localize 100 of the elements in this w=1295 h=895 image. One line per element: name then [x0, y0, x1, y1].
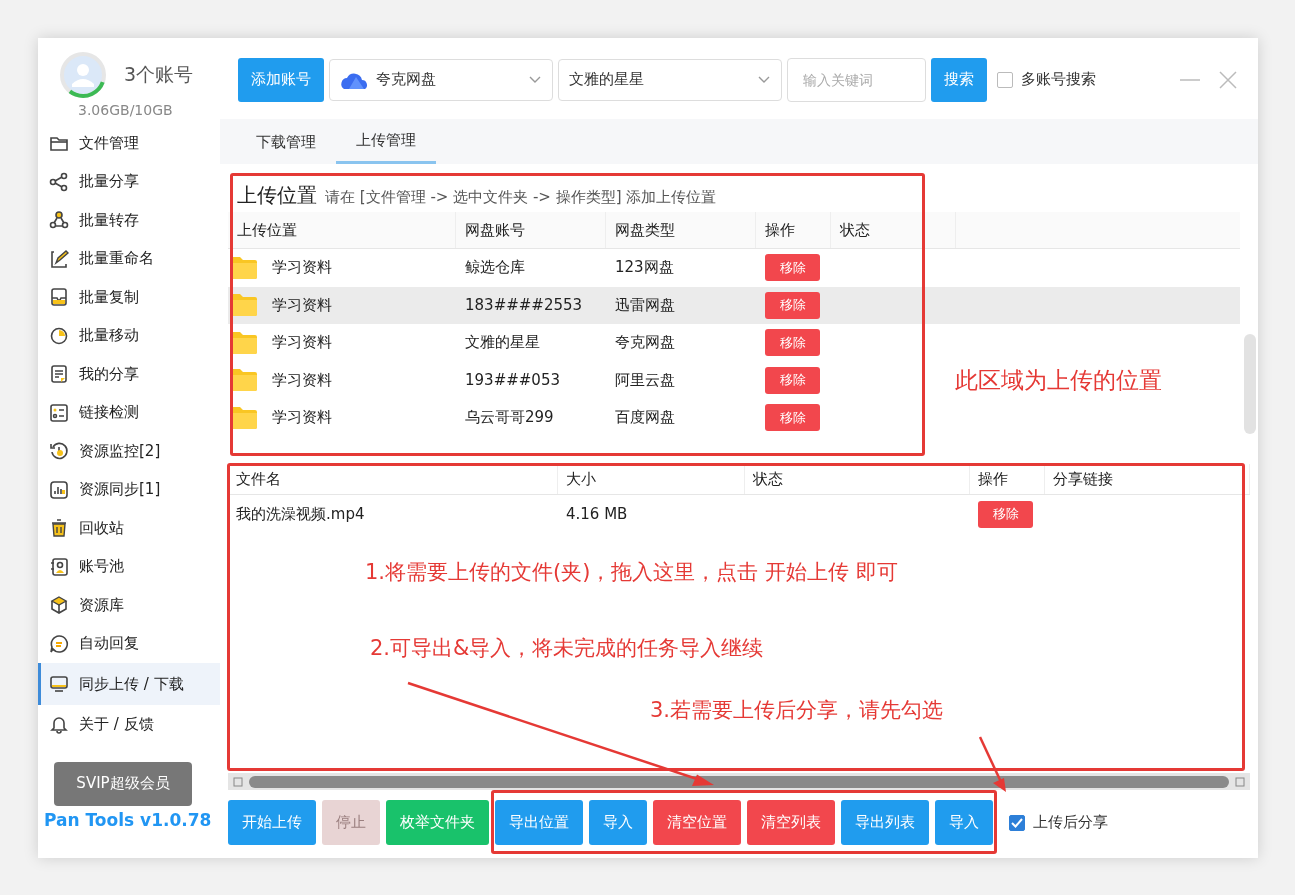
table-cell-text: 183####2553: [464, 296, 584, 315]
nodes-icon: [49, 210, 69, 231]
sidebar-item[interactable]: 账号池: [38, 547, 220, 586]
table-cell: 学习资料: [272, 408, 332, 428]
folder-icon: [230, 405, 258, 430]
annotation-text: 2.可导出&导入，将未完成的任务导入继续: [370, 635, 764, 662]
table-cell: 学习资料: [272, 295, 332, 315]
table-cell-text: 乌云哥哥299: [464, 408, 555, 428]
chat-icon: [49, 633, 69, 654]
table-cell-text: 夸克网盘: [614, 333, 676, 353]
table-cell-text: 193###053: [464, 371, 561, 390]
scroll-left-icon: [233, 776, 243, 787]
close-icon: [1218, 69, 1238, 90]
remove-button[interactable]: 移除: [765, 366, 820, 394]
scrollbar-thumb[interactable]: [249, 775, 1229, 788]
sidebar-item[interactable]: 批量复制: [38, 278, 220, 317]
column-header: 网盘账号: [456, 212, 606, 248]
checkbox-label: 上传后分享: [1033, 813, 1108, 832]
sidebar-item[interactable]: 文件管理: [38, 124, 220, 163]
account-select[interactable]: 文雅的星星: [558, 58, 782, 101]
annotation-text: 3.若需要上传后分享，请先勾选: [650, 697, 944, 724]
table-cell-text: 123网盘: [614, 258, 675, 278]
remove-button[interactable]: 移除: [765, 254, 820, 282]
avatar: [58, 50, 108, 100]
sidebar-item[interactable]: 同步上传 / 下载: [38, 663, 220, 705]
remove-button[interactable]: 移除: [765, 329, 820, 357]
table-cell: 学习资料: [272, 370, 332, 390]
check-icon: [1011, 817, 1023, 828]
column-header: 操作: [970, 464, 1045, 494]
table-cell-text: 我的洗澡视频.mp4: [235, 504, 366, 524]
folder-icon: [230, 293, 258, 318]
share-icon: [49, 171, 69, 192]
version-label: Pan Tools v1.0.78: [43, 809, 213, 830]
checkbox[interactable]: [997, 71, 1013, 88]
remove-button[interactable]: 移除: [978, 500, 1033, 528]
document-icon: [49, 364, 69, 385]
table-cell: 学习资料: [272, 333, 332, 353]
column-header: 状态: [831, 212, 956, 248]
sidebar-item[interactable]: 我的分享: [38, 355, 220, 394]
column-header: 文件名: [228, 464, 558, 494]
bell-icon: [49, 714, 69, 735]
sidebar-item[interactable]: 自动回复: [38, 624, 220, 663]
sidebar-item[interactable]: 批量重命名: [38, 239, 220, 278]
checkbox-label: 多账号搜索: [1021, 70, 1096, 89]
table-row[interactable]: 学习资料 193###053 阿里云盘 移除: [228, 361, 956, 399]
table-cell-text: 文雅的星星: [464, 333, 541, 353]
sidebar-item[interactable]: 批量转存: [38, 201, 220, 240]
contact-icon: [49, 556, 69, 577]
scrollbar-thumb[interactable]: [1244, 334, 1256, 434]
scrollbar[interactable]: [228, 773, 1250, 790]
monitor-icon: [49, 674, 69, 694]
minimize-icon: [1180, 78, 1200, 81]
action-button[interactable]: 清空列表: [747, 800, 835, 845]
column-header: 上传位置: [228, 212, 456, 248]
folder-icon: [230, 368, 258, 393]
sidebar-item[interactable]: 批量分享: [38, 162, 220, 201]
vip-button[interactable]: SVIP超级会员: [54, 761, 192, 806]
remove-button[interactable]: 移除: [765, 404, 820, 432]
chevron-down-icon: [528, 74, 542, 85]
annotation-text: 1.将需要上传的文件(夹)，拖入这里，点击 开始上传 即可: [365, 559, 898, 586]
table-cell-text: 百度网盘: [614, 408, 676, 428]
table-row[interactable]: 学习资料 鲸选仓库 123网盘 移除: [228, 249, 956, 287]
table-row[interactable]: 学习资料 文雅的星星 夸克网盘 移除: [228, 324, 956, 362]
section-title: 上传位置: [237, 182, 317, 209]
sidebar-item[interactable]: 关于 / 反馈: [38, 705, 220, 744]
clock-icon: [49, 441, 69, 462]
tab[interactable]: 上传管理: [336, 119, 436, 164]
column-header: 状态: [745, 464, 970, 494]
sidebar-item[interactable]: 资源同步[1]: [38, 470, 220, 509]
account-count: 3个账号: [124, 62, 194, 87]
arrow: [978, 736, 1006, 792]
sidebar-item[interactable]: 资源库: [38, 586, 220, 625]
chevron-down-icon: [757, 74, 771, 85]
scroll-right-icon: [1235, 776, 1245, 787]
column-header: 分享链接: [1045, 464, 1250, 494]
column-header: 操作: [756, 212, 831, 248]
table-cell: 学习资料: [272, 258, 332, 278]
tab[interactable]: 下载管理: [236, 124, 336, 164]
checkbox[interactable]: [1009, 814, 1025, 831]
table-cell-text: 4.16 MB: [565, 505, 629, 523]
chart-icon: [49, 479, 69, 500]
table-cell-text: 阿里云盘: [614, 370, 676, 390]
action-button[interactable]: 清空位置: [653, 800, 741, 845]
annotation-text: 此区域为上传的位置: [955, 366, 1162, 395]
pie-icon: [49, 325, 69, 346]
table-row[interactable]: 学习资料 乌云哥哥299 百度网盘 移除: [228, 399, 956, 437]
column-header: 大小: [558, 464, 745, 494]
remove-button[interactable]: 移除: [765, 291, 820, 319]
sidebar-item[interactable]: 链接检测: [38, 393, 220, 432]
hint-text: 请在 [文件管理 -> 选中文件夹 -> 操作类型] 添加上传位置: [325, 188, 717, 207]
trash-icon: [49, 518, 69, 539]
edit-icon: [49, 248, 69, 269]
search-field[interactable]: 输入关键词: [787, 57, 926, 102]
storage-usage: 3.06GB/10GB: [77, 102, 174, 118]
inbox-icon: [49, 287, 69, 308]
sidebar-item[interactable]: 回收站: [38, 509, 220, 548]
sidebar-item[interactable]: 资源监控[2]: [38, 432, 220, 471]
disk-select[interactable]: 夸克网盘: [329, 58, 553, 101]
table-cell-text: 迅雷网盘: [614, 295, 676, 315]
sidebar-item[interactable]: 批量移动: [38, 316, 220, 355]
